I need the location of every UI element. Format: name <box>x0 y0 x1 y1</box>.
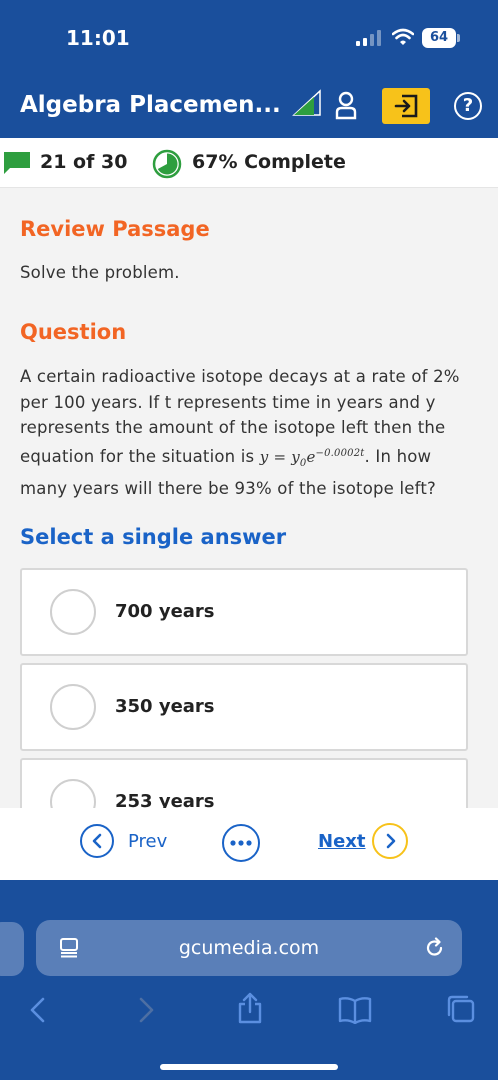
chevron-left-icon <box>92 833 102 849</box>
equation-base: e <box>306 447 316 466</box>
answer-option-3[interactable]: 253 years <box>20 758 468 808</box>
battery-icon: 64 <box>422 28 456 48</box>
prev-button[interactable] <box>80 824 114 858</box>
equation: y = y0e−0.0002t <box>260 447 365 469</box>
status-bar: 11:01 64 <box>0 0 498 76</box>
more-dots <box>230 840 252 846</box>
forward-icon[interactable] <box>136 997 156 1023</box>
equation-y0: y <box>291 447 300 466</box>
battery-tip <box>457 34 460 42</box>
next-button[interactable] <box>372 823 408 859</box>
answer-option-2[interactable]: 350 years <box>20 663 468 751</box>
address-bar[interactable]: gcumedia.com <box>36 920 462 976</box>
chevron-right-icon <box>386 833 396 849</box>
exit-icon <box>394 94 418 118</box>
help-icon[interactable]: ? <box>454 92 482 120</box>
radio-button[interactable] <box>50 589 96 635</box>
radio-button[interactable] <box>50 779 96 808</box>
progress-percent: 67% Complete <box>192 151 346 173</box>
next-label[interactable]: Next <box>318 831 366 852</box>
answer-label: 253 years <box>115 791 215 808</box>
bookmarks-icon[interactable] <box>338 996 372 1024</box>
answer-list: 700 years 350 years 253 years <box>0 568 498 808</box>
question-counter: 21 of 30 <box>40 151 128 173</box>
question-heading: Question <box>20 320 127 344</box>
radio-button[interactable] <box>50 684 96 730</box>
signal-icon <box>356 30 381 46</box>
back-icon[interactable] <box>28 997 48 1023</box>
status-time: 11:01 <box>66 26 130 50</box>
person-icon[interactable] <box>334 90 358 120</box>
share-icon[interactable] <box>236 992 264 1024</box>
chat-flag-icon <box>4 152 30 174</box>
question-text: A certain radioactive isotope decays at … <box>20 364 478 502</box>
exit-button[interactable] <box>382 88 430 124</box>
progress-pie-icon <box>152 149 182 179</box>
equation-exponent: −0.0002t <box>315 447 365 459</box>
reload-icon[interactable] <box>424 937 446 959</box>
home-indicator <box>160 1064 338 1070</box>
previous-tab[interactable] <box>0 922 24 976</box>
app-header: Algebra Placemen... ? <box>0 76 498 138</box>
answer-label: 350 years <box>115 696 215 717</box>
review-passage-heading[interactable]: Review Passage <box>20 217 210 241</box>
select-answer-heading: Select a single answer <box>20 525 287 549</box>
progress-bar: 21 of 30 67% Complete <box>0 138 498 188</box>
page-title: Algebra Placemen... <box>20 92 281 118</box>
question-nav: Prev Next <box>0 808 498 874</box>
answer-option-1[interactable]: 700 years <box>20 568 468 656</box>
prev-label[interactable]: Prev <box>128 831 167 852</box>
equation-equals: = <box>268 447 292 466</box>
tab-overview-icon[interactable] <box>446 994 476 1024</box>
review-instruction: Solve the problem. <box>20 263 180 282</box>
signal-triangle-icon[interactable] <box>292 89 322 117</box>
wifi-icon <box>392 28 414 45</box>
answer-label: 700 years <box>115 601 215 622</box>
url-text: gcumedia.com <box>178 937 320 959</box>
more-icon[interactable] <box>222 824 260 862</box>
browser-toolbar <box>0 880 498 1080</box>
